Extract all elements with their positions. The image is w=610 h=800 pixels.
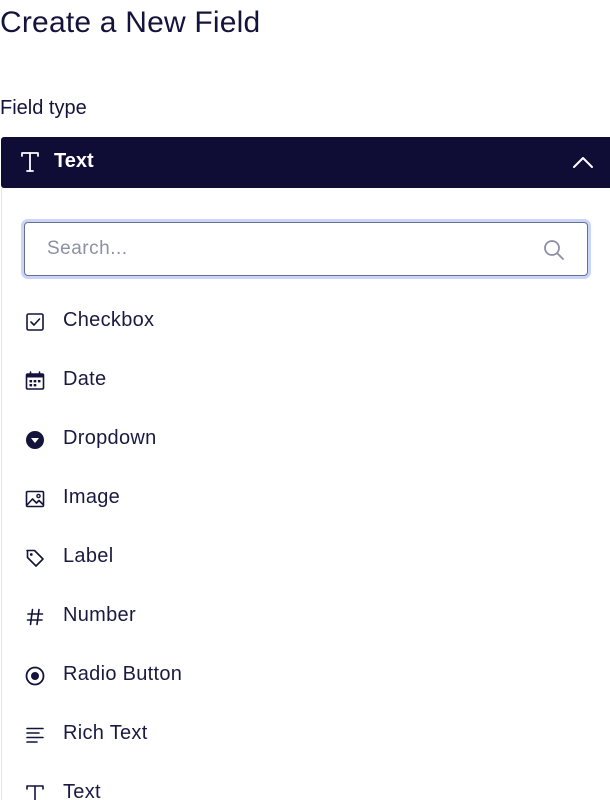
option-radio-button[interactable]: Radio Button: [0, 648, 609, 707]
option-label: Checkbox: [63, 309, 155, 331]
radio-button-icon: [25, 666, 45, 686]
search-input[interactable]: [47, 236, 527, 262]
option-label: Dropdown: [63, 427, 157, 449]
option-text[interactable]: Text: [0, 766, 609, 800]
option-label: Label: [63, 545, 114, 567]
text-type-icon: [21, 152, 39, 172]
option-rich-text[interactable]: Rich Text: [0, 707, 609, 766]
option-dropdown[interactable]: Dropdown: [0, 412, 609, 471]
hash-icon: [26, 608, 44, 626]
rich-text-icon: [26, 727, 44, 743]
option-label: Text: [63, 781, 101, 800]
chevron-up-icon: [573, 157, 593, 168]
page-title: Create a New Field: [0, 6, 261, 39]
option-label: Number: [63, 604, 136, 626]
dropdown-circle-icon: [26, 431, 44, 449]
create-field-panel: Create a New Field Field type Text Check…: [0, 0, 610, 800]
option-label: Radio Button: [63, 663, 183, 685]
search-icon: [544, 240, 564, 260]
image-icon: [25, 490, 45, 508]
option-checkbox[interactable]: Checkbox: [0, 294, 609, 353]
calendar-icon: [25, 371, 45, 390]
option-label-type[interactable]: Label: [0, 530, 609, 589]
field-type-selected-value: Text: [54, 150, 94, 172]
tag-icon: [26, 549, 44, 567]
text-type-icon: [26, 785, 44, 800]
option-label: Rich Text: [63, 722, 148, 744]
field-type-select[interactable]: Text: [1, 137, 610, 188]
field-type-label: Field type: [0, 97, 87, 119]
search-box[interactable]: [24, 222, 588, 276]
option-image[interactable]: Image: [0, 471, 609, 530]
checkbox-icon: [26, 313, 44, 331]
option-label: Image: [63, 486, 121, 508]
option-label: Date: [63, 368, 107, 390]
option-number[interactable]: Number: [0, 589, 609, 648]
option-date[interactable]: Date: [0, 353, 609, 412]
